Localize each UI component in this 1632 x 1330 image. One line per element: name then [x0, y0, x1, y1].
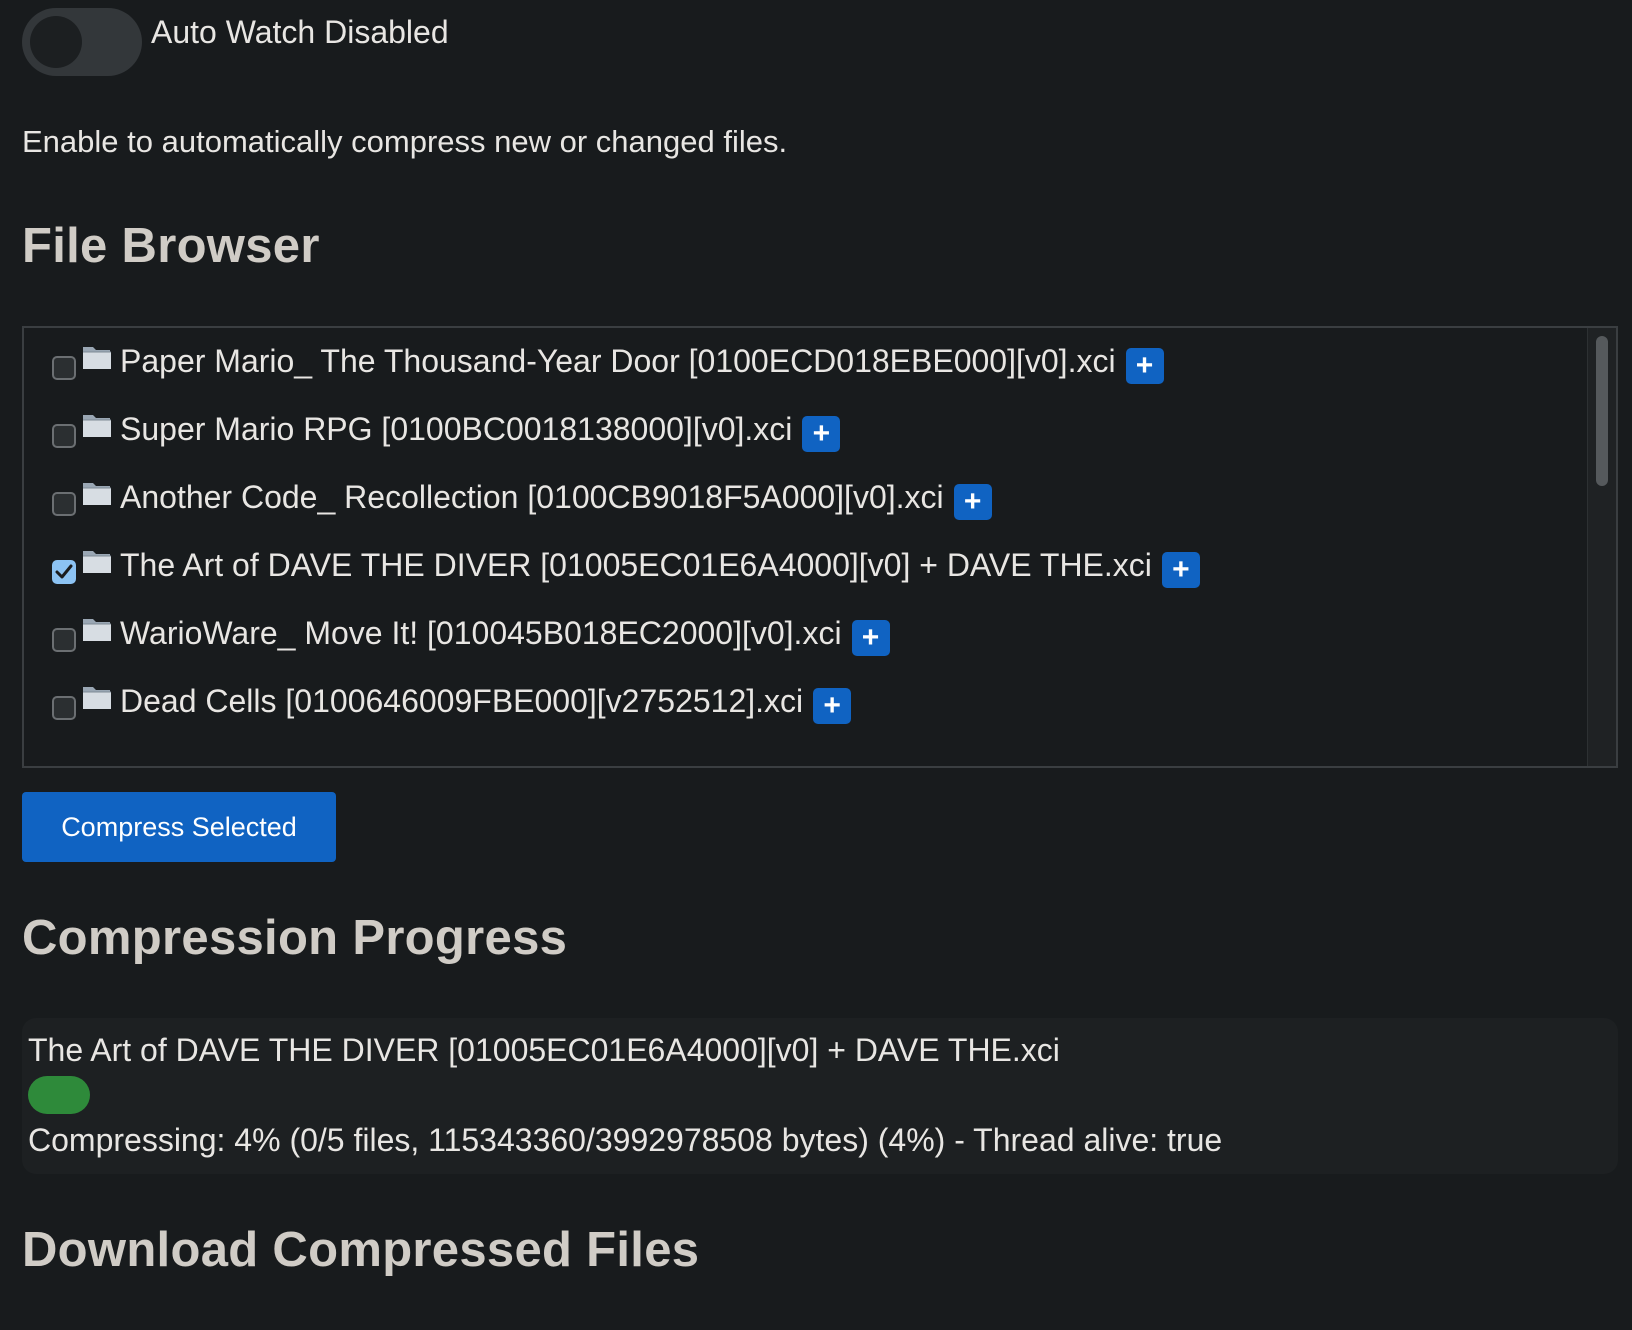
folder-icon [82, 411, 114, 441]
file-list-item[interactable]: Another Code_ Recollection [0100CB9018F5… [52, 472, 992, 522]
expand-plus-button[interactable]: + [1125, 348, 1164, 384]
file-checkbox[interactable] [52, 356, 76, 380]
file-name: The Art of DAVE THE DIVER [01005EC01E6A4… [120, 546, 1152, 583]
expand-plus-button[interactable]: + [851, 620, 890, 656]
compression-progress-heading: Compression Progress [22, 911, 568, 965]
file-list-item[interactable]: The Art of DAVE THE DIVER [01005EC01E6A4… [52, 540, 1200, 590]
file-browser-heading: File Browser [22, 219, 320, 273]
folder-icon [82, 479, 114, 509]
file-list-item[interactable]: Super Mario RPG [0100BC0018138000][v0].x… [52, 404, 841, 454]
file-list-scrollbar[interactable] [1587, 328, 1616, 766]
file-list-item[interactable]: WarioWare_ Move It! [010045B018EC2000][v… [52, 608, 890, 658]
file-name: Paper Mario_ The Thousand-Year Door [010… [120, 342, 1116, 379]
progress-status: Compressing: 4% (0/5 files, 115343360/39… [28, 1122, 1223, 1158]
file-list-item[interactable]: Dead Cells [0100646009FBE000][v2752512].… [52, 676, 852, 726]
file-browser-list[interactable]: Paper Mario_ The Thousand-Year Door [010… [22, 326, 1618, 768]
progress-bar-fill [28, 1076, 91, 1114]
file-checkbox[interactable] [52, 424, 76, 448]
file-name: Dead Cells [0100646009FBE000][v2752512].… [120, 682, 804, 719]
file-checkbox[interactable] [52, 628, 76, 652]
file-checkbox[interactable] [52, 696, 76, 720]
compress-selected-button[interactable]: Compress Selected [22, 792, 336, 862]
auto-watch-label: Auto Watch Disabled [151, 14, 449, 50]
folder-icon [82, 683, 114, 713]
file-name: Another Code_ Recollection [0100CB9018F5… [120, 478, 944, 515]
expand-plus-button[interactable]: + [953, 484, 992, 520]
file-list-item[interactable]: Paper Mario_ The Thousand-Year Door [010… [52, 336, 1164, 386]
expand-plus-button[interactable]: + [1161, 552, 1200, 588]
toggle-knob [30, 16, 82, 68]
download-heading: Download Compressed Files [22, 1223, 700, 1277]
file-checkbox[interactable] [52, 492, 76, 516]
auto-watch-help: Enable to automatically compress new or … [22, 124, 788, 159]
file-checkbox[interactable] [52, 560, 76, 584]
progress-card: The Art of DAVE THE DIVER [01005EC01E6A4… [22, 1018, 1618, 1174]
folder-icon [82, 547, 114, 577]
file-name: Super Mario RPG [0100BC0018138000][v0].x… [120, 410, 793, 447]
folder-icon [82, 615, 114, 645]
file-name: WarioWare_ Move It! [010045B018EC2000][v… [120, 614, 842, 651]
expand-plus-button[interactable]: + [813, 688, 852, 724]
progress-bar [28, 1076, 1588, 1114]
auto-watch-toggle[interactable] [22, 8, 142, 76]
auto-watch-row: Auto Watch Disabled [22, 8, 449, 76]
expand-plus-button[interactable]: + [802, 416, 841, 452]
folder-icon [82, 343, 114, 373]
progress-file-name: The Art of DAVE THE DIVER [01005EC01E6A4… [28, 1032, 1060, 1068]
scrollbar-thumb[interactable] [1596, 336, 1608, 486]
